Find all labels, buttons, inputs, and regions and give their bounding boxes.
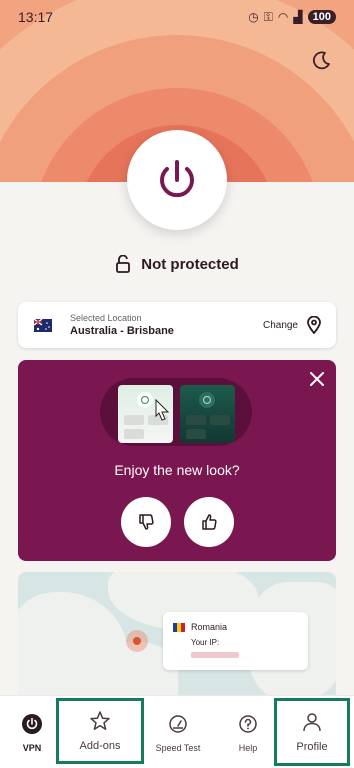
new-look-illustration bbox=[100, 378, 252, 446]
nav-label: Add-ons bbox=[79, 740, 121, 752]
location-caption: Selected Location bbox=[70, 313, 142, 323]
ip-country-name: Romania bbox=[191, 622, 228, 632]
ip-caption: Your IP: bbox=[191, 638, 220, 647]
nav-item-profile[interactable]: Profile bbox=[274, 698, 350, 766]
light-theme-preview bbox=[118, 385, 173, 443]
server-map[interactable]: Romania Your IP: bbox=[18, 572, 336, 702]
location-pin-icon bbox=[307, 316, 321, 334]
dark-mode-toggle[interactable] bbox=[310, 48, 334, 72]
feedback-promo-card: Enjoy the new look? bbox=[18, 360, 336, 561]
ip-country-row: Romania bbox=[173, 622, 298, 632]
nav-item-vpn[interactable]: VPN bbox=[12, 696, 52, 768]
close-promo-button[interactable] bbox=[308, 370, 326, 388]
thumbs-down-button[interactable] bbox=[121, 497, 171, 547]
bottom-navigation: VPN Add-ons Speed Test Help Profile bbox=[0, 695, 354, 768]
power-icon bbox=[21, 713, 43, 735]
nav-item-speed-test[interactable]: Speed Test bbox=[148, 696, 208, 768]
promo-title: Enjoy the new look? bbox=[114, 462, 240, 478]
status-bar: 13:17 ◷ ⚿ ◠ ▟ 100 bbox=[0, 0, 354, 34]
star-icon bbox=[89, 710, 111, 732]
ip-info-card: Romania Your IP: bbox=[163, 612, 308, 670]
speedometer-icon bbox=[167, 713, 189, 735]
thumbs-down-icon bbox=[139, 514, 154, 530]
close-icon bbox=[310, 372, 324, 386]
dark-theme-preview bbox=[180, 385, 235, 443]
nav-label: Profile bbox=[296, 741, 328, 753]
nav-label: Help bbox=[238, 742, 258, 753]
australia-flag-icon bbox=[33, 317, 52, 332]
location-name: Australia - Brisbane bbox=[70, 325, 174, 337]
nav-item-addons[interactable]: Add-ons bbox=[56, 698, 144, 764]
connect-power-button[interactable] bbox=[127, 130, 227, 230]
thumbs-up-button[interactable] bbox=[184, 497, 234, 547]
ip-address-redacted bbox=[191, 652, 239, 658]
moon-icon bbox=[312, 51, 330, 70]
status-time: 13:17 bbox=[18, 9, 54, 25]
location-text: Selected Location Australia - Brisbane bbox=[70, 313, 263, 337]
signal-icon: ▟ bbox=[293, 10, 303, 24]
location-selector[interactable]: Selected Location Australia - Brisbane C… bbox=[18, 302, 336, 348]
nav-label: Speed Test bbox=[155, 742, 201, 753]
nav-label: VPN bbox=[22, 742, 42, 753]
thumbs-up-icon bbox=[202, 514, 217, 530]
help-icon bbox=[237, 713, 259, 735]
nav-item-help[interactable]: Help bbox=[222, 696, 274, 768]
connection-status: Not protected bbox=[0, 255, 354, 273]
vpn-key-icon: ⚿ bbox=[263, 9, 273, 24]
status-icons: ◷ ⚿ ◠ ▟ 100 bbox=[248, 10, 336, 25]
battery-badge: 100 bbox=[307, 10, 336, 24]
power-icon bbox=[160, 160, 194, 198]
change-location-link[interactable]: Change bbox=[263, 320, 298, 331]
wifi-icon: ◠ bbox=[277, 10, 289, 24]
server-location-marker[interactable] bbox=[126, 630, 148, 652]
person-icon bbox=[301, 711, 323, 733]
status-label: Not protected bbox=[141, 255, 239, 273]
unlocked-icon bbox=[116, 255, 131, 273]
romania-flag-icon bbox=[173, 622, 185, 632]
alarm-icon: ◷ bbox=[248, 10, 259, 24]
